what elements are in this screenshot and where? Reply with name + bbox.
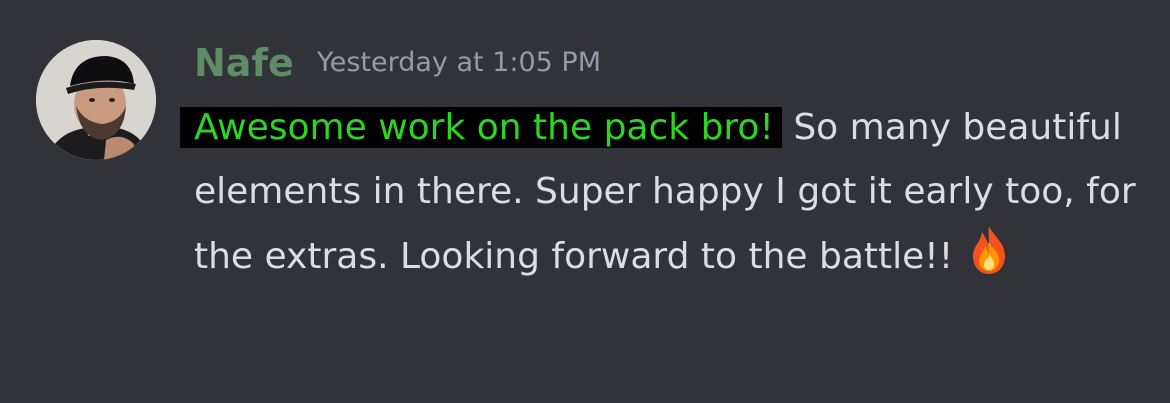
fire-emoji-icon: [967, 224, 1011, 297]
avatar-photo-icon: [36, 40, 156, 160]
highlighted-text: Awesome work on the pack bro!: [180, 107, 782, 148]
timestamp: Yesterday at 1:05 PM: [316, 47, 602, 78]
user-avatar[interactable]: [36, 40, 156, 160]
message-header: Nafe Yesterday at 1:05 PM: [194, 38, 601, 88]
username[interactable]: Nafe: [194, 38, 294, 88]
chat-message: Nafe Yesterday at 1:05 PM Awesome work o…: [0, 0, 1170, 403]
message-content: Awesome work on the pack bro! So many be…: [180, 96, 1144, 297]
